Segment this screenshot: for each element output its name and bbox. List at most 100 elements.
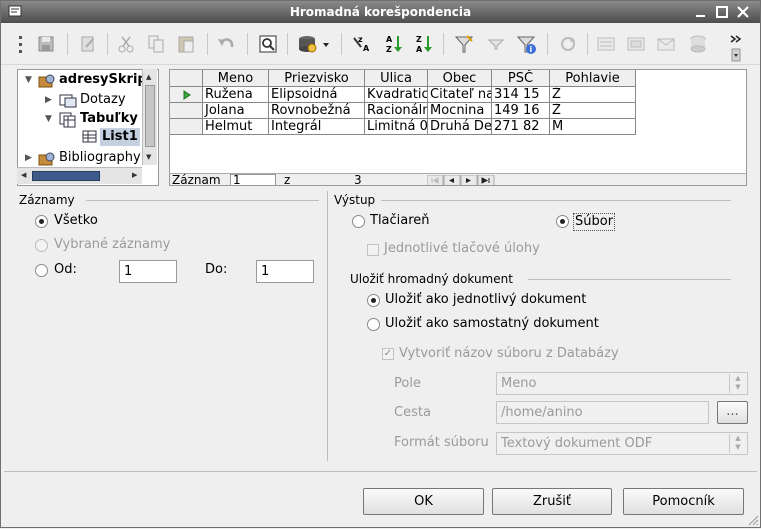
record-number-field[interactable]: 1 xyxy=(230,174,276,185)
refresh-icon[interactable] xyxy=(557,33,579,55)
maximize-icon[interactable] xyxy=(714,4,730,20)
table-cell[interactable]: Integrál xyxy=(269,119,365,135)
field-select[interactable]: Meno ▲ ▼ xyxy=(496,372,748,395)
scroll-up-icon[interactable]: ▲ xyxy=(146,73,151,81)
data-to-fields-icon[interactable] xyxy=(625,33,647,55)
datasource-settings-icon[interactable] xyxy=(687,33,709,55)
browse-button[interactable]: ... xyxy=(717,401,748,424)
title-bar: Hromadná korešpondencia xyxy=(1,1,760,23)
table-cell[interactable]: Ružena xyxy=(203,87,269,103)
tree-item-database[interactable]: adresySkript xyxy=(59,71,153,89)
copy-icon[interactable] xyxy=(145,33,167,55)
paste-icon[interactable] xyxy=(175,33,197,55)
single-print-jobs-checkbox[interactable] xyxy=(367,244,379,256)
tree-horizontal-scrollbar[interactable]: ◀ ▶ xyxy=(17,167,142,184)
table-cell[interactable]: Čitateľ na xyxy=(428,87,492,103)
table-cell[interactable]: Ž xyxy=(550,103,636,119)
cut-icon[interactable] xyxy=(115,33,137,55)
cancel-button[interactable]: Zrušiť xyxy=(492,488,612,515)
mail-merge-icon[interactable] xyxy=(655,33,677,55)
close-icon[interactable] xyxy=(735,4,751,20)
record-nav-buttons xyxy=(426,174,495,185)
table-cell[interactable]: Rovnobežná xyxy=(269,103,365,119)
gen-filename-checkbox[interactable]: ✓ xyxy=(382,348,394,360)
records-from-radio[interactable] xyxy=(35,264,48,277)
sort-icon[interactable]: zA xyxy=(351,33,373,55)
column-header[interactable]: Pohlavie xyxy=(550,70,636,87)
data-grid[interactable]: Meno Priezvisko Ulica Obec PSČ Pohlavie … xyxy=(169,69,747,186)
row-header[interactable] xyxy=(170,119,203,135)
expand-arrow-icon[interactable]: ▶ xyxy=(25,149,33,167)
find-icon[interactable] xyxy=(257,33,279,55)
field-label: Pole xyxy=(394,376,421,391)
dropdown-spin-icon[interactable]: ▲ ▼ xyxy=(729,434,746,453)
table-cell[interactable]: Kvadratická xyxy=(365,87,428,103)
row-header[interactable] xyxy=(170,87,203,103)
scroll-down-icon[interactable]: ▼ xyxy=(146,153,151,161)
column-header[interactable]: PSČ xyxy=(492,70,550,87)
autofilter-icon[interactable] xyxy=(453,33,475,55)
table-cell[interactable]: Racionálna xyxy=(365,103,428,119)
save-icon[interactable] xyxy=(35,33,57,55)
save-separate-doc-radio[interactable] xyxy=(367,318,380,331)
toolbar-grip[interactable] xyxy=(19,36,22,56)
table-cell[interactable]: Elipsoidná xyxy=(269,87,365,103)
records-all-radio[interactable] xyxy=(35,215,48,228)
help-button[interactable]: Pomocník xyxy=(623,488,744,515)
first-record-icon xyxy=(426,174,444,185)
save-single-doc-radio[interactable] xyxy=(367,294,380,307)
sort-descending-icon[interactable]: ZA xyxy=(413,33,435,55)
dropdown-spin-icon[interactable]: ▲ ▼ xyxy=(729,374,746,393)
records-from-input[interactable]: 1 xyxy=(119,260,177,283)
table-cell[interactable]: 314 15 xyxy=(492,87,550,103)
table-cell[interactable]: 271 82 xyxy=(492,119,550,135)
row-header[interactable] xyxy=(170,103,203,119)
output-printer-radio[interactable] xyxy=(352,215,365,228)
table-cell[interactable]: Limitná 0 xyxy=(365,119,428,135)
column-header[interactable]: Priezvisko xyxy=(269,70,365,87)
tree-item-tables[interactable]: Tabuľky xyxy=(80,110,138,128)
tree-vertical-scrollbar[interactable]: ▲ ▼ xyxy=(142,69,157,165)
standard-filter-icon[interactable] xyxy=(485,33,507,55)
toolbar-overflow-icon[interactable] xyxy=(729,33,743,62)
output-file-radio[interactable] xyxy=(556,215,569,228)
table-cell[interactable]: Helmut xyxy=(203,119,269,135)
table-cell[interactable]: Druhá De xyxy=(428,119,492,135)
table-cell[interactable]: 149 16 xyxy=(492,103,550,119)
collapse-arrow-icon[interactable]: ▼ xyxy=(25,71,33,89)
table-cell[interactable]: Mocnina xyxy=(428,103,492,119)
tree-item-bibliography[interactable]: Bibliography xyxy=(59,149,141,167)
undo-icon[interactable] xyxy=(215,33,237,55)
path-input[interactable]: /home/anino xyxy=(496,401,709,424)
file-format-select[interactable]: Textový dokument ODF ▲ ▼ xyxy=(496,432,748,455)
last-record-icon xyxy=(477,174,495,185)
scroll-thumb[interactable] xyxy=(145,85,155,147)
column-header[interactable]: Ulica xyxy=(365,70,428,87)
minimize-icon[interactable] xyxy=(693,4,709,20)
window-menu-icon[interactable] xyxy=(7,4,23,20)
sort-ascending-icon[interactable]: AZ xyxy=(383,33,405,55)
expand-arrow-icon[interactable]: ▶ xyxy=(45,91,53,109)
collapse-arrow-icon[interactable]: ▼ xyxy=(45,110,53,128)
table-cell[interactable]: Ž xyxy=(550,87,636,103)
data-to-text-icon[interactable] xyxy=(595,33,617,55)
edit-icon[interactable] xyxy=(77,33,99,55)
table-cell[interactable]: Jolana xyxy=(203,103,269,119)
records-selected-radio[interactable] xyxy=(35,239,48,252)
records-to-input[interactable]: 1 xyxy=(256,260,314,283)
svg-text:A: A xyxy=(416,45,423,54)
table-cell[interactable]: M xyxy=(550,119,636,135)
column-header[interactable]: Obec xyxy=(428,70,492,87)
datasource-icon[interactable] xyxy=(297,33,331,55)
scroll-thumb[interactable] xyxy=(32,171,100,181)
output-printer-label: Tlačiareň xyxy=(370,213,430,228)
column-header[interactable]: Meno xyxy=(203,70,269,87)
tree-item-queries[interactable]: Dotazy xyxy=(80,91,126,109)
scroll-right-icon[interactable]: ▶ xyxy=(132,171,137,179)
filter-info-icon[interactable]: i xyxy=(515,33,537,55)
resize-grip-icon[interactable] xyxy=(746,513,759,526)
scroll-left-icon[interactable]: ◀ xyxy=(21,171,26,179)
ok-button[interactable]: OK xyxy=(363,488,484,515)
tree-item-list1[interactable]: List1 xyxy=(100,128,140,146)
path-label: Cesta xyxy=(394,405,431,420)
